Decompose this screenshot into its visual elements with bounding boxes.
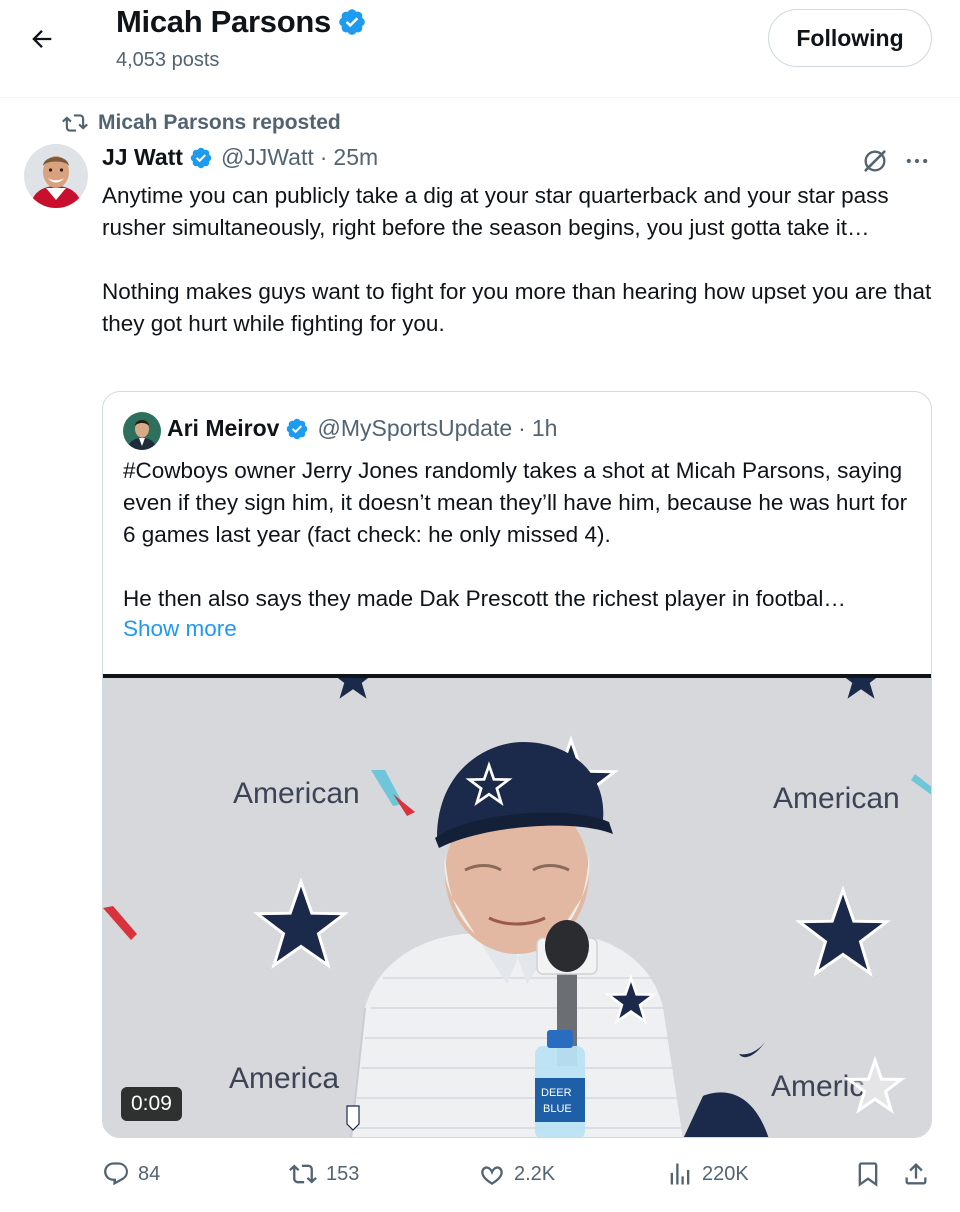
views-count: 220K (702, 1162, 749, 1185)
quoted-tweet[interactable]: Ari Meirov @MySportsUpdate · 1h #Cowboys… (102, 391, 932, 1138)
backdrop-text: America (229, 1062, 339, 1095)
author-avatar[interactable] (24, 144, 88, 208)
quoted-author-name[interactable]: Ari Meirov (167, 415, 279, 442)
quoted-tweet-header: Ari Meirov @MySportsUpdate · 1h (167, 415, 557, 442)
more-icon (906, 158, 928, 164)
arrow-left-icon (32, 30, 52, 48)
more-options-button[interactable] (900, 144, 934, 178)
video-duration: 0:09 (121, 1087, 182, 1121)
tweet-text: Anytime you can publicly take a dig at y… (102, 183, 932, 336)
heart-icon (481, 1166, 503, 1185)
views-button[interactable]: 220K (666, 1156, 749, 1192)
share-icon (905, 1163, 927, 1185)
like-button[interactable]: 2.2K (478, 1156, 555, 1192)
views-icon (670, 1163, 690, 1185)
author-handle[interactable]: @JJWatt (221, 144, 314, 171)
like-count: 2.2K (514, 1162, 556, 1185)
following-button[interactable]: Following (768, 9, 932, 67)
repost-icon (62, 114, 88, 132)
grok-button[interactable] (858, 144, 892, 178)
repost-label[interactable]: Micah Parsons reposted (98, 111, 341, 135)
tweet-header: JJ Watt @JJWatt · 25m (102, 144, 378, 171)
verified-badge-icon (337, 7, 367, 37)
quoted-tweet-timestamp[interactable]: 1h (532, 415, 558, 442)
profile-title: Micah Parsons (116, 4, 367, 40)
post-count: 4,053 posts (116, 49, 220, 71)
repost-count: 153 (326, 1162, 360, 1185)
tweet-timestamp[interactable]: 25m (333, 144, 378, 171)
backdrop-text: American (233, 777, 360, 810)
quoted-author-handle[interactable]: @MySportsUpdate (317, 415, 512, 442)
quoted-author-avatar[interactable] (123, 412, 161, 450)
separator-dot: · (518, 415, 526, 441)
svg-text:BLUE: BLUE (543, 1103, 572, 1115)
verified-badge-icon (189, 146, 213, 170)
back-button[interactable] (22, 22, 62, 56)
svg-text:DEER: DEER (541, 1087, 572, 1099)
profile-name: Micah Parsons (116, 4, 331, 39)
grok-icon (864, 150, 886, 172)
reply-icon (104, 1162, 128, 1186)
reply-count: 84 (138, 1162, 161, 1185)
bookmark-button[interactable] (854, 1156, 882, 1192)
verified-badge-icon (285, 417, 309, 441)
repost-indicator: Micah Parsons reposted (62, 111, 341, 135)
tweet-actions: 84 153 2.2K 220K (102, 1156, 932, 1192)
bookmark-icon (858, 1162, 878, 1187)
author-name[interactable]: JJ Watt (102, 144, 183, 171)
backdrop-text: American (773, 782, 900, 815)
separator-dot: · (319, 144, 328, 170)
show-more-link[interactable]: Show more (123, 616, 237, 642)
video-player[interactable]: American American America Americ DEER BL… (103, 674, 931, 1137)
backdrop-text: Americ (771, 1070, 864, 1103)
repost-button[interactable]: 153 (288, 1156, 359, 1192)
video-frame: American American America Americ DEER BL… (103, 678, 931, 1137)
repost-icon (289, 1164, 317, 1184)
quoted-tweet-text: #Cowboys owner Jerry Jones randomly take… (123, 458, 908, 611)
share-button[interactable] (902, 1156, 930, 1192)
profile-header: Micah Parsons 4,053 posts Following (0, 0, 960, 98)
reply-button[interactable]: 84 (102, 1156, 160, 1192)
